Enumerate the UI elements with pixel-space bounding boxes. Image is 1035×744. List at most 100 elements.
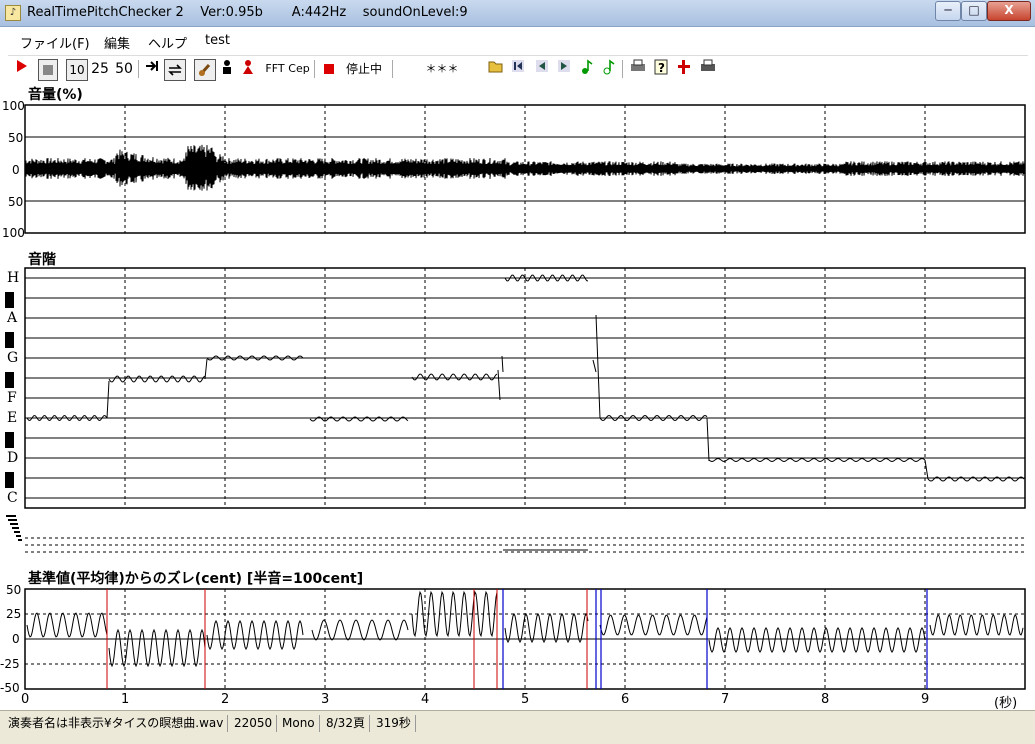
svg-text:?: ? xyxy=(658,61,665,75)
time-tick: 7 xyxy=(721,692,730,707)
deviation-segment xyxy=(599,614,708,636)
open-folder-icon[interactable] xyxy=(488,59,504,79)
zoom-10-button[interactable]: 10 xyxy=(66,59,88,81)
strip-tick xyxy=(14,531,20,533)
deviation-segment xyxy=(708,627,926,653)
pitch-jump xyxy=(106,380,110,419)
volume-panel-title: 音量(%) xyxy=(28,87,83,103)
goto-end-icon[interactable] xyxy=(144,59,160,79)
pitch-jump xyxy=(501,355,504,373)
printer-icon[interactable] xyxy=(700,59,716,79)
scale-panel-title: 音階 xyxy=(28,252,56,268)
record-stop-icon[interactable] xyxy=(322,59,336,79)
time-tick: 3 xyxy=(321,692,330,707)
menu-help[interactable]: ヘルプ xyxy=(148,33,187,52)
deviation-segment xyxy=(206,619,304,651)
pitch-jump xyxy=(497,369,501,401)
volume-tick: 0 xyxy=(12,163,20,177)
pitch-segment xyxy=(599,414,708,422)
marker-icon[interactable] xyxy=(676,59,692,79)
print-icon[interactable] xyxy=(630,59,646,79)
time-tick: 9 xyxy=(921,692,930,707)
next-page-icon[interactable] xyxy=(556,59,572,79)
person-icon[interactable] xyxy=(220,59,234,79)
singer-icon[interactable] xyxy=(240,59,256,79)
menu-edit[interactable]: 編集 xyxy=(104,33,130,52)
pitch-segment xyxy=(411,373,498,381)
zoom-25-button[interactable]: 25 xyxy=(90,59,110,79)
info-field: ＊＊＊ xyxy=(425,62,459,75)
zoom-50-button[interactable]: 50 xyxy=(114,59,134,79)
pitch-segment xyxy=(206,355,304,361)
deviation-segment xyxy=(411,590,498,638)
deviation-panel-title: 基準値(平均律)からのズレ(cent) [半音=100cent] xyxy=(28,571,364,587)
toolbar-separator xyxy=(622,60,623,78)
pitch-jump xyxy=(204,358,208,380)
status-sample-rate: 22050 xyxy=(230,715,278,732)
stop-icon[interactable] xyxy=(38,59,58,81)
close-button[interactable]: X xyxy=(987,1,1031,21)
time-tick: 8 xyxy=(821,692,830,707)
first-page-icon[interactable] xyxy=(510,59,526,79)
black-key xyxy=(5,292,14,308)
pitch-segment xyxy=(927,476,1025,482)
volume-tick: 50 xyxy=(8,195,24,209)
app-icon: ♪ xyxy=(5,5,21,21)
deviation-y-axis: 50 25 0 -25 -50 xyxy=(0,583,24,695)
volume-tick: 50 xyxy=(8,131,24,145)
play-icon[interactable] xyxy=(14,59,30,79)
pitch-jump xyxy=(924,459,929,480)
time-tick: 4 xyxy=(421,692,430,707)
time-tick: 1 xyxy=(121,692,130,707)
strip-tick xyxy=(10,523,18,525)
volume-tick: 100 xyxy=(2,99,25,113)
note-label: F xyxy=(7,390,17,406)
status-bar: 演奏者名は非表示¥タイスの瞑想曲.wav 22050 Mono 8/32頁 31… xyxy=(0,710,1035,744)
black-key xyxy=(5,332,14,348)
pitch-segment xyxy=(309,416,409,422)
violin-icon[interactable] xyxy=(194,59,216,81)
maximize-button[interactable]: □ xyxy=(961,1,987,21)
status-file: 演奏者名は非表示¥タイスの瞑想曲.wav xyxy=(4,715,229,732)
pitch-segment xyxy=(108,375,206,383)
note-icon-alt[interactable] xyxy=(602,59,616,79)
note-label: G xyxy=(7,350,19,366)
prev-page-icon[interactable] xyxy=(534,59,550,79)
time-tick: 0 xyxy=(21,692,30,707)
deviation-segment xyxy=(311,619,409,641)
panel-frame xyxy=(24,267,1026,509)
pitch-segment xyxy=(504,274,588,282)
deviation-tick: 0 xyxy=(12,632,20,646)
pitch-jump xyxy=(592,359,597,373)
loop-icon[interactable] xyxy=(164,59,186,81)
panel-frame xyxy=(24,588,1026,690)
cepstrum-button[interactable]: Cep xyxy=(288,59,310,79)
pitch-segment xyxy=(26,415,108,421)
deviation-segment xyxy=(504,612,589,644)
note-icon[interactable] xyxy=(580,59,594,79)
toolbar-separator xyxy=(392,60,393,78)
graph-canvas xyxy=(6,104,1026,690)
strip-tick xyxy=(16,535,21,537)
note-axis: H A G F E D C xyxy=(0,268,22,508)
time-unit-label: (秒) xyxy=(994,696,1018,711)
note-label: C xyxy=(7,490,18,506)
black-key xyxy=(5,472,14,488)
volume-y-axis: 100 50 0 50 100 xyxy=(0,99,25,240)
note-label: D xyxy=(7,450,19,466)
pitch-jump xyxy=(706,417,710,462)
deviation-tick: 25 xyxy=(6,607,22,621)
menu-file[interactable]: ファイル(F) xyxy=(20,33,90,52)
panel-frame xyxy=(24,104,1026,234)
menu-test[interactable]: test xyxy=(205,33,230,48)
status-channel: Mono xyxy=(278,715,320,732)
help-icon[interactable]: ? xyxy=(654,59,668,79)
fft-button[interactable]: FFT xyxy=(264,59,286,79)
status-duration: 319秒 xyxy=(372,715,416,732)
volume-waveform xyxy=(24,144,1026,191)
strip-tick xyxy=(18,539,22,541)
status-label: 停止中 xyxy=(345,62,382,76)
time-tick: 6 xyxy=(621,692,630,707)
strip-tick xyxy=(6,515,16,517)
minimize-button[interactable]: ─ xyxy=(935,1,961,21)
